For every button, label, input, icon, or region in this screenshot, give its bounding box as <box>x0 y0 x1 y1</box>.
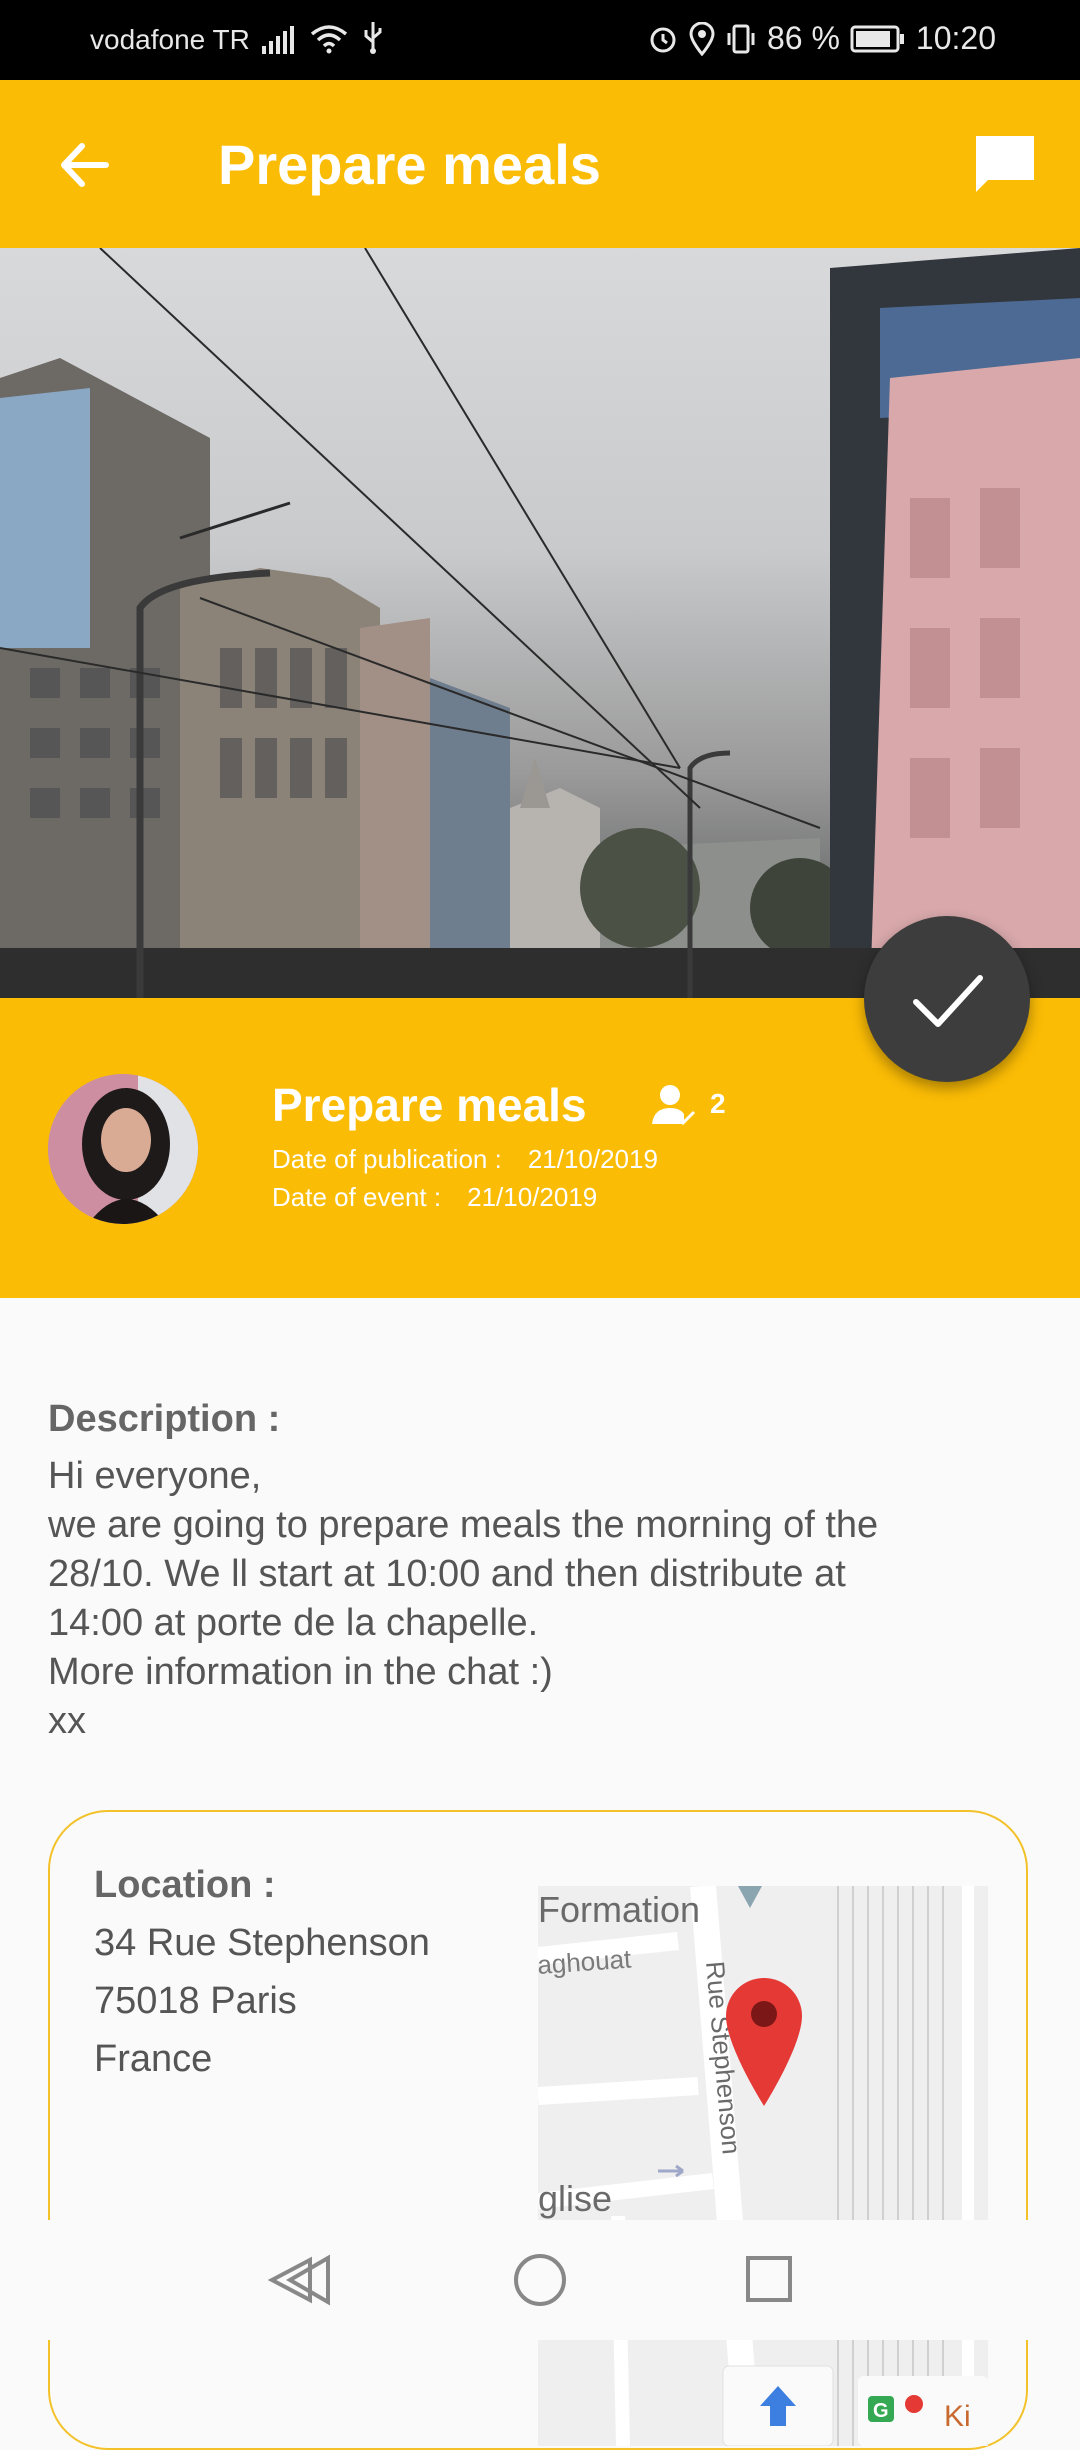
nav-recents-icon[interactable] <box>746 2256 792 2302</box>
person-check-icon <box>652 1085 696 1126</box>
location-card: Location : 34 Rue Stephenson 75018 Paris… <box>48 1810 1028 2450</box>
description-label: Description : <box>48 1398 281 1440</box>
clock-time: 10:20 <box>915 20 996 56</box>
participants-count[interactable]: 2 <box>650 1082 726 1126</box>
event-title: Prepare meals <box>272 1079 587 1131</box>
event-date-label: Date of event : <box>272 1182 442 1212</box>
participants-number: 2 <box>710 1088 726 1119</box>
usb-icon <box>364 22 382 54</box>
chat-button[interactable] <box>970 130 1040 200</box>
check-icon <box>913 975 983 1027</box>
event-date-row: Date of event : 21/10/2019 <box>272 1182 597 1213</box>
status-bar: vodafone TR 86 % 10:20 <box>0 0 1080 80</box>
location-street: 34 Rue Stephenson <box>94 1922 430 1964</box>
map-canvas: Formation aghouat Rue Stephenson glise G… <box>538 1886 988 2446</box>
arrow-left-icon <box>61 143 109 187</box>
location-icon <box>689 21 715 56</box>
alarm-icon <box>650 27 676 52</box>
location-city: 75018 Paris <box>94 1980 297 2022</box>
battery-icon <box>850 25 904 52</box>
location-label: Location : <box>94 1864 276 1906</box>
join-event-button[interactable] <box>864 916 1030 1082</box>
page-title: Prepare meals <box>218 133 601 196</box>
chat-bubble-icon <box>976 136 1034 192</box>
app-bar: Prepare meals <box>0 80 1080 248</box>
description-line: Hi everyone, <box>48 1455 262 1497</box>
street-scene-image <box>0 248 1080 998</box>
nav-back-icon[interactable] <box>267 2254 330 2306</box>
location-map[interactable]: Formation aghouat Rue Stephenson glise G… <box>538 1886 988 2446</box>
status-icons-right: 86 % 10:20 <box>647 20 996 57</box>
map-label-bottom: glise <box>538 2178 612 2219</box>
avatar[interactable] <box>48 1074 198 1224</box>
event-date-value: 21/10/2019 <box>467 1182 598 1212</box>
event-photo <box>0 248 1080 998</box>
battery-percent: 86 % <box>766 20 840 56</box>
map-label-corner: Ki <box>944 2400 971 2433</box>
description-line: we are going to prepare meals the mornin… <box>48 1504 879 1546</box>
svg-text:G: G <box>873 2400 889 2422</box>
location-country: France <box>94 2038 213 2080</box>
description-line: xx <box>48 1700 86 1742</box>
back-button[interactable] <box>50 130 120 200</box>
nav-home-icon[interactable] <box>514 2254 566 2306</box>
map-label-formation: Formation <box>538 1889 700 1930</box>
description-line: 28/10. We ll start at 10:00 and then dis… <box>48 1553 846 1595</box>
publication-date-value: 21/10/2019 <box>527 1144 658 1174</box>
signal-icon <box>262 26 294 54</box>
organizer-photo <box>48 1074 198 1224</box>
publication-date-row: Date of publication : 21/10/2019 <box>272 1144 658 1175</box>
nav-buttons <box>267 2254 792 2306</box>
description-line: 14:00 at porte de la chapelle. <box>48 1602 539 1644</box>
description-text: Hi everyone, we are going to prepare mea… <box>48 1452 1048 1746</box>
vibrate-icon <box>727 24 755 53</box>
system-nav-bar <box>0 2220 1080 2340</box>
status-icons-left <box>262 20 384 54</box>
wifi-icon <box>310 25 348 54</box>
publication-date-label: Date of publication : <box>272 1144 502 1174</box>
carrier-name: vodafone TR <box>90 24 250 55</box>
description-line: More information in the chat :) <box>48 1651 553 1693</box>
